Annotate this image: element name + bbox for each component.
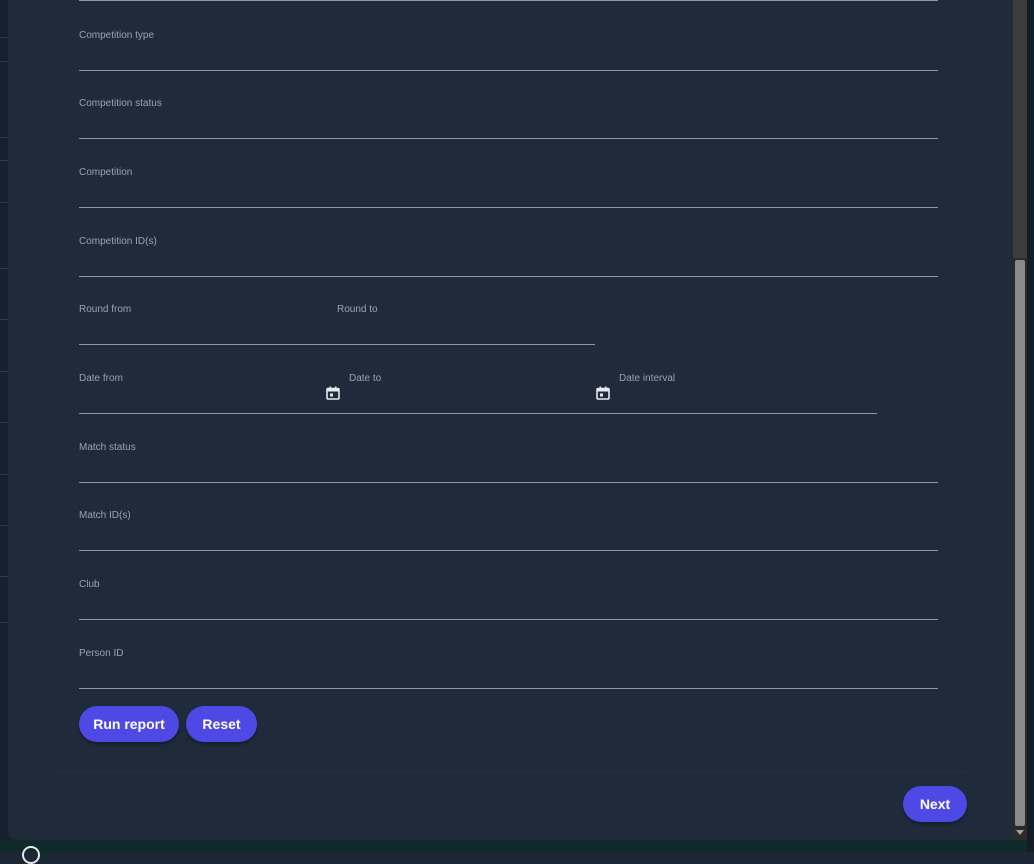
field-label: Round to [337, 304, 378, 315]
date-to-input[interactable] [349, 387, 589, 411]
field-label: Match status [79, 442, 136, 453]
person-id-input[interactable] [79, 662, 938, 686]
competition-status-field[interactable]: Competition status [79, 98, 938, 139]
match-status-field[interactable]: Match status [79, 442, 938, 483]
competition-field[interactable]: Competition [79, 167, 938, 208]
field-label: Competition status [79, 98, 162, 109]
person-id-field[interactable]: Person ID [79, 648, 938, 689]
backdrop-divider [0, 37, 8, 38]
backdrop-divider [0, 319, 8, 320]
backdrop-divider [0, 474, 8, 475]
field-label: Person ID [79, 648, 124, 659]
backdrop-divider [0, 422, 8, 423]
round-to-field[interactable]: Round to [337, 304, 595, 345]
backdrop-divider [0, 622, 8, 623]
competition-ids-input[interactable] [79, 250, 938, 274]
field-label: Competition type [79, 30, 155, 41]
field-label: Date interval [619, 373, 676, 384]
scrollbar-track[interactable] [1013, 0, 1027, 258]
round-from-input[interactable] [79, 318, 337, 342]
round-to-input[interactable] [337, 318, 595, 342]
backdrop-divider [0, 61, 8, 62]
field-label: Date from [79, 373, 123, 384]
next-button[interactable]: Next [903, 786, 967, 822]
field-label: Competition ID(s) [79, 236, 157, 247]
reset-button[interactable]: Reset [186, 706, 257, 742]
backdrop-divider [0, 525, 8, 526]
date-interval-input[interactable] [619, 387, 877, 411]
competition-ids-field[interactable]: Competition ID(s) [79, 236, 938, 277]
taskbar-strip [0, 840, 1034, 852]
field-label: Date to [349, 373, 382, 384]
date-from-field[interactable]: Date from [79, 373, 349, 414]
field-label: Competition [79, 167, 133, 178]
previous-field-underline [79, 0, 938, 1]
scroll-down-arrow-icon[interactable] [1016, 830, 1024, 835]
match-ids-input[interactable] [79, 524, 938, 548]
field-label: Club [79, 579, 100, 590]
calendar-icon[interactable] [326, 386, 340, 400]
match-ids-field[interactable]: Match ID(s) [79, 510, 938, 551]
competition-type-field[interactable]: Competition type [79, 30, 938, 71]
backdrop-divider [0, 371, 8, 372]
footer-divider [53, 772, 965, 773]
run-report-button[interactable]: Run report [79, 706, 179, 742]
backdrop-divider [0, 137, 8, 138]
competition-input[interactable] [79, 181, 938, 205]
competition-type-input[interactable] [79, 44, 938, 68]
date-interval-field[interactable]: Date interval [619, 373, 877, 414]
date-from-input[interactable] [79, 387, 319, 411]
backdrop-divider [0, 268, 8, 269]
backdrop-divider [0, 160, 8, 161]
calendar-icon[interactable] [596, 386, 610, 400]
backdrop-divider [0, 202, 8, 203]
date-to-field[interactable]: Date to [349, 373, 619, 414]
club-field[interactable]: Club [79, 579, 938, 620]
scrollbar-thumb[interactable] [1015, 260, 1025, 826]
window-edge [1027, 0, 1034, 852]
field-label: Round from [79, 304, 132, 315]
round-from-field[interactable]: Round from [79, 304, 337, 345]
competition-status-input[interactable] [79, 112, 938, 136]
match-status-input[interactable] [79, 456, 938, 480]
field-label: Match ID(s) [79, 510, 131, 521]
status-badge [22, 846, 40, 864]
vertical-scrollbar[interactable] [1013, 0, 1027, 840]
report-dialog: Competition type Competition status Comp… [8, 0, 1013, 840]
backdrop-divider [0, 576, 8, 577]
club-input[interactable] [79, 593, 938, 617]
